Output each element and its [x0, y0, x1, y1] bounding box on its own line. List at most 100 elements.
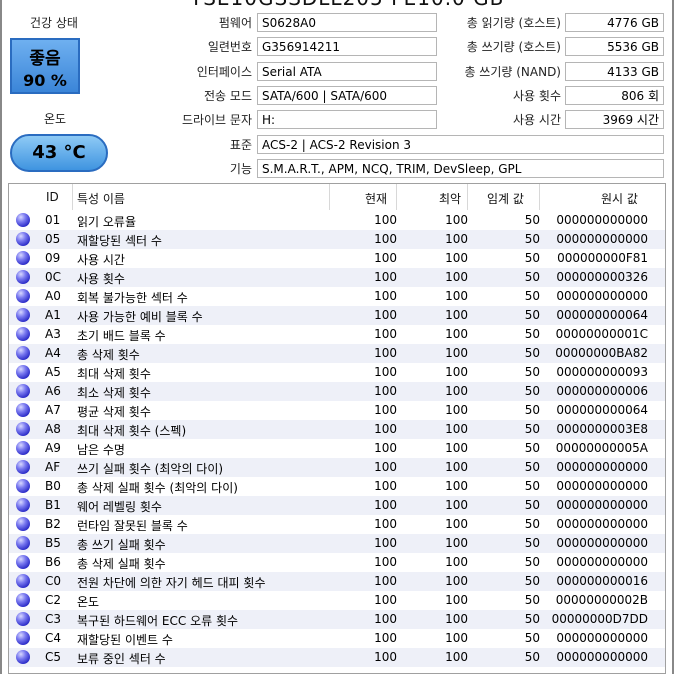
status-orb-icon [16, 270, 30, 284]
status-orb-icon [16, 422, 30, 436]
cell-worst: 100 [445, 422, 468, 436]
power-on-hours-label: 사용 시간 [513, 113, 561, 127]
drive-letter-field: H: [257, 110, 437, 129]
cell-worst: 100 [445, 517, 468, 531]
column-header-name[interactable]: 특성 이름 [77, 190, 125, 207]
health-status-button[interactable]: 좋음 90 % [10, 38, 80, 94]
drive-title-bar: TSE10GSSDLL205 FE10.0 GB [0, 0, 674, 8]
cell-name: 보류 중인 섹터 수 [77, 652, 166, 666]
table-row[interactable]: B6 총 삭제 실패 횟수 100 100 50 000000000000 [9, 553, 665, 572]
cell-name: 사용 횟수 [77, 272, 125, 286]
temperature-button[interactable]: 43 °C [10, 134, 108, 172]
table-row[interactable]: C4 재할당된 이벤트 수 100 100 50 000000000000 [9, 629, 665, 648]
status-orb-icon [16, 384, 30, 398]
cell-threshold: 50 [524, 289, 540, 303]
cell-current: 100 [374, 536, 397, 550]
health-status-label: 건강 상태 [30, 16, 78, 30]
status-orb-icon [16, 403, 30, 417]
table-row[interactable]: 0C 사용 횟수 100 100 50 000000000326 [9, 268, 665, 287]
table-row[interactable]: B5 총 쓰기 실패 횟수 100 100 50 000000000000 [9, 534, 665, 553]
cell-current: 100 [374, 441, 397, 455]
cell-threshold: 50 [524, 346, 540, 360]
cell-id: A8 [45, 422, 61, 436]
smart-attribute-table[interactable]: ID 특성 이름 현재 최악 임계 값 원시 값 01 읽기 오류율 100 100 5… [8, 183, 666, 674]
cell-current: 100 [374, 517, 397, 531]
cell-raw: 000000000016 [556, 574, 648, 588]
table-row[interactable]: 01 읽기 오류율 100 100 50 000000000000 [9, 211, 665, 230]
table-row[interactable]: B1 웨어 레벨링 횟수 100 100 50 000000000000 [9, 496, 665, 515]
column-header-id[interactable]: ID [46, 190, 59, 204]
cell-name: 총 삭제 실패 횟수 [77, 557, 166, 571]
cell-raw: 000000000000 [556, 555, 648, 569]
cell-current: 100 [374, 289, 397, 303]
table-row[interactable]: C5 보류 중인 섹터 수 100 100 50 000000000000 [9, 648, 665, 667]
status-orb-icon [16, 365, 30, 379]
table-row[interactable]: B0 총 삭제 실패 횟수 (최악의 다이) 100 100 50 00000000000… [9, 477, 665, 496]
column-header-threshold[interactable]: 임계 값 [487, 190, 524, 207]
cell-threshold: 50 [524, 498, 540, 512]
health-status-value: 좋음 [29, 49, 61, 69]
table-row[interactable]: A9 남은 수명 100 100 50 00000000005A [9, 439, 665, 458]
cell-worst: 100 [445, 574, 468, 588]
cell-current: 100 [374, 422, 397, 436]
table-row[interactable]: B2 런타임 잘못된 블록 수 100 100 50 000000000000 [9, 515, 665, 534]
status-orb-icon [16, 555, 30, 569]
table-row[interactable]: A8 최대 삭제 횟수 (스펙) 100 100 50 0000000003E8 [9, 420, 665, 439]
drive-letter-label: 드라이브 문자 [181, 113, 252, 127]
cell-current: 100 [374, 308, 397, 322]
table-row[interactable]: A1 사용 가능한 예비 블록 수 100 100 50 000000000064 [9, 306, 665, 325]
cell-worst: 100 [445, 308, 468, 322]
cell-threshold: 50 [524, 517, 540, 531]
cell-name: 전원 차단에 의한 자기 헤드 대피 횟수 [77, 576, 266, 590]
column-header-raw[interactable]: 원시 값 [601, 190, 638, 207]
cell-worst: 100 [445, 365, 468, 379]
cell-raw: 0000000003E8 [556, 422, 648, 436]
cell-threshold: 50 [524, 213, 540, 227]
cell-threshold: 50 [524, 270, 540, 284]
cell-raw: 000000000000 [556, 232, 648, 246]
cell-worst: 100 [445, 593, 468, 607]
table-row[interactable]: 09 사용 시간 100 100 50 000000000F81 [9, 249, 665, 268]
cell-raw: 000000000000 [556, 289, 648, 303]
table-row[interactable]: C2 온도 100 100 50 00000000002B [9, 591, 665, 610]
table-row[interactable]: A4 총 삭제 횟수 100 100 50 00000000BA82 [9, 344, 665, 363]
cell-raw: 00000000D7DD [551, 612, 648, 626]
table-row[interactable]: A6 최소 삭제 횟수 100 100 50 000000000006 [9, 382, 665, 401]
standard-label: 표준 [229, 138, 252, 152]
cell-id: A6 [45, 384, 61, 398]
cell-name: 재할당된 이벤트 수 [77, 633, 173, 647]
cell-threshold: 50 [524, 593, 540, 607]
cell-threshold: 50 [524, 422, 540, 436]
cell-id: A7 [45, 403, 61, 417]
cell-name: 남은 수명 [77, 443, 125, 457]
cell-id: A3 [45, 327, 61, 341]
table-row[interactable]: AF 쓰기 실패 횟수 (최악의 다이) 100 100 50 000000000000 [9, 458, 665, 477]
column-header-worst[interactable]: 최악 [439, 190, 461, 207]
table-row[interactable]: A7 평균 삭제 횟수 100 100 50 000000000064 [9, 401, 665, 420]
cell-raw: 000000000000 [556, 536, 648, 550]
status-orb-icon [16, 593, 30, 607]
serial-number-field: G356914211 [257, 37, 437, 56]
table-row[interactable]: C0 전원 차단에 의한 자기 헤드 대피 횟수 100 100 50 000000000… [9, 572, 665, 591]
cell-worst: 100 [445, 327, 468, 341]
cell-raw: 000000000326 [556, 270, 648, 284]
cell-current: 100 [374, 213, 397, 227]
status-orb-icon [16, 460, 30, 474]
cell-current: 100 [374, 403, 397, 417]
cell-worst: 100 [445, 251, 468, 265]
cell-name: 최대 삭제 횟수 (스펙) [77, 424, 187, 438]
cell-raw: 000000000F81 [557, 251, 648, 265]
table-row[interactable]: 05 재할당된 섹터 수 100 100 50 000000000000 [9, 230, 665, 249]
table-row[interactable]: A3 초기 배드 블록 수 100 100 50 00000000001C [9, 325, 665, 344]
table-row[interactable]: C3 복구된 하드웨어 ECC 오류 횟수 100 100 50 00000000D7DD [9, 610, 665, 629]
standard-field: ACS-2 | ACS-2 Revision 3 [257, 135, 664, 154]
status-orb-icon [16, 346, 30, 360]
cell-current: 100 [374, 574, 397, 588]
cell-id: B6 [45, 555, 61, 569]
table-row[interactable]: A0 회복 불가능한 섹터 수 100 100 50 000000000000 [9, 287, 665, 306]
column-header-current[interactable]: 현재 [365, 190, 387, 207]
table-row[interactable]: A5 최대 삭제 횟수 100 100 50 000000000093 [9, 363, 665, 382]
cell-raw: 000000000000 [556, 631, 648, 645]
cell-raw: 000000000000 [556, 460, 648, 474]
cell-id: B5 [45, 536, 61, 550]
